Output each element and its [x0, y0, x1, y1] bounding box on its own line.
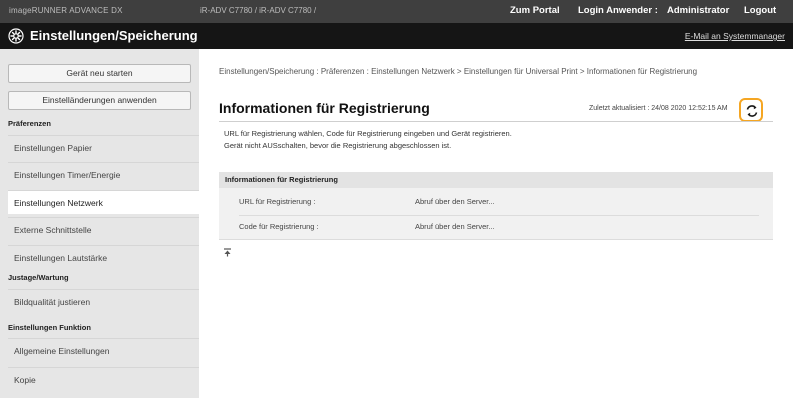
- refresh-icon: [746, 105, 758, 117]
- app-title: Einstellungen/Speicherung: [30, 28, 198, 43]
- mail-to-admin-link[interactable]: E-Mail an Systemmanager: [685, 31, 785, 41]
- sidebar-item-timer-energy[interactable]: Einstellungen Timer/Energie: [8, 162, 199, 186]
- sidebar-item-volume[interactable]: Einstellungen Lautstärke: [8, 245, 199, 269]
- restart-device-button[interactable]: Gerät neu starten: [8, 64, 191, 83]
- registration-info-panel: Informationen für Registrierung URL für …: [219, 172, 773, 240]
- title-bar: Einstellungen/Speicherung E-Mail an Syst…: [0, 23, 793, 49]
- row-divider: [239, 215, 759, 216]
- code-registration-label: Code für Registrierung :: [239, 222, 319, 231]
- back-to-top-icon[interactable]: [223, 248, 232, 259]
- code-registration-value: Abruf über den Server...: [415, 222, 495, 231]
- url-registration-label: URL für Registrierung :: [239, 197, 316, 206]
- sidebar-item-image-quality[interactable]: Bildqualität justieren: [8, 289, 199, 313]
- refresh-button[interactable]: [739, 98, 763, 122]
- portal-link[interactable]: Zum Portal: [510, 5, 560, 16]
- sidebar-heading-function-settings: Einstellungen Funktion: [8, 323, 91, 332]
- model-name: imageRUNNER ADVANCE DX: [9, 6, 123, 15]
- sidebar-item-external-interface[interactable]: Externe Schnittstelle: [8, 217, 199, 241]
- apply-changes-button[interactable]: Einstelländerungen anwenden: [8, 91, 191, 110]
- device-name: iR-ADV C7780 / iR-ADV C7780 /: [200, 6, 317, 15]
- sidebar-item-copy[interactable]: Kopie: [8, 367, 199, 391]
- panel-heading: Informationen für Registrierung: [219, 172, 773, 188]
- description-line-2: Gerät nicht AUSschalten, bevor die Regis…: [224, 141, 452, 150]
- logout-link[interactable]: Logout: [744, 5, 776, 16]
- gear-icon: [8, 28, 24, 44]
- breadcrumb: Einstellungen/Speicherung : Präferenzen …: [219, 67, 698, 76]
- description-line-1: URL für Registrierung wählen, Code für R…: [224, 129, 512, 138]
- sidebar-heading-adjustment: Justage/Wartung: [8, 273, 69, 282]
- main-content: Einstellungen/Speicherung : Präferenzen …: [199, 49, 793, 398]
- title-divider: [219, 121, 773, 122]
- login-user-label: Login Anwender :: [578, 5, 658, 16]
- sidebar-heading-preferences: Präferenzen: [8, 119, 51, 128]
- sidebar-item-network[interactable]: Einstellungen Netzwerk: [8, 190, 199, 214]
- last-updated-timestamp: Zuletzt aktualisiert : 24/08 2020 12:52:…: [589, 105, 728, 112]
- top-bar: imageRUNNER ADVANCE DX iR-ADV C7780 / iR…: [0, 0, 793, 23]
- sidebar-item-paper[interactable]: Einstellungen Papier: [8, 135, 199, 159]
- url-registration-value: Abruf über den Server...: [415, 197, 495, 206]
- sidebar: Gerät neu starten Einstelländerungen anw…: [0, 49, 199, 398]
- page-title: Informationen für Registrierung: [219, 100, 430, 116]
- sidebar-item-general-settings[interactable]: Allgemeine Einstellungen: [8, 338, 199, 362]
- user-name: Administrator: [667, 5, 730, 16]
